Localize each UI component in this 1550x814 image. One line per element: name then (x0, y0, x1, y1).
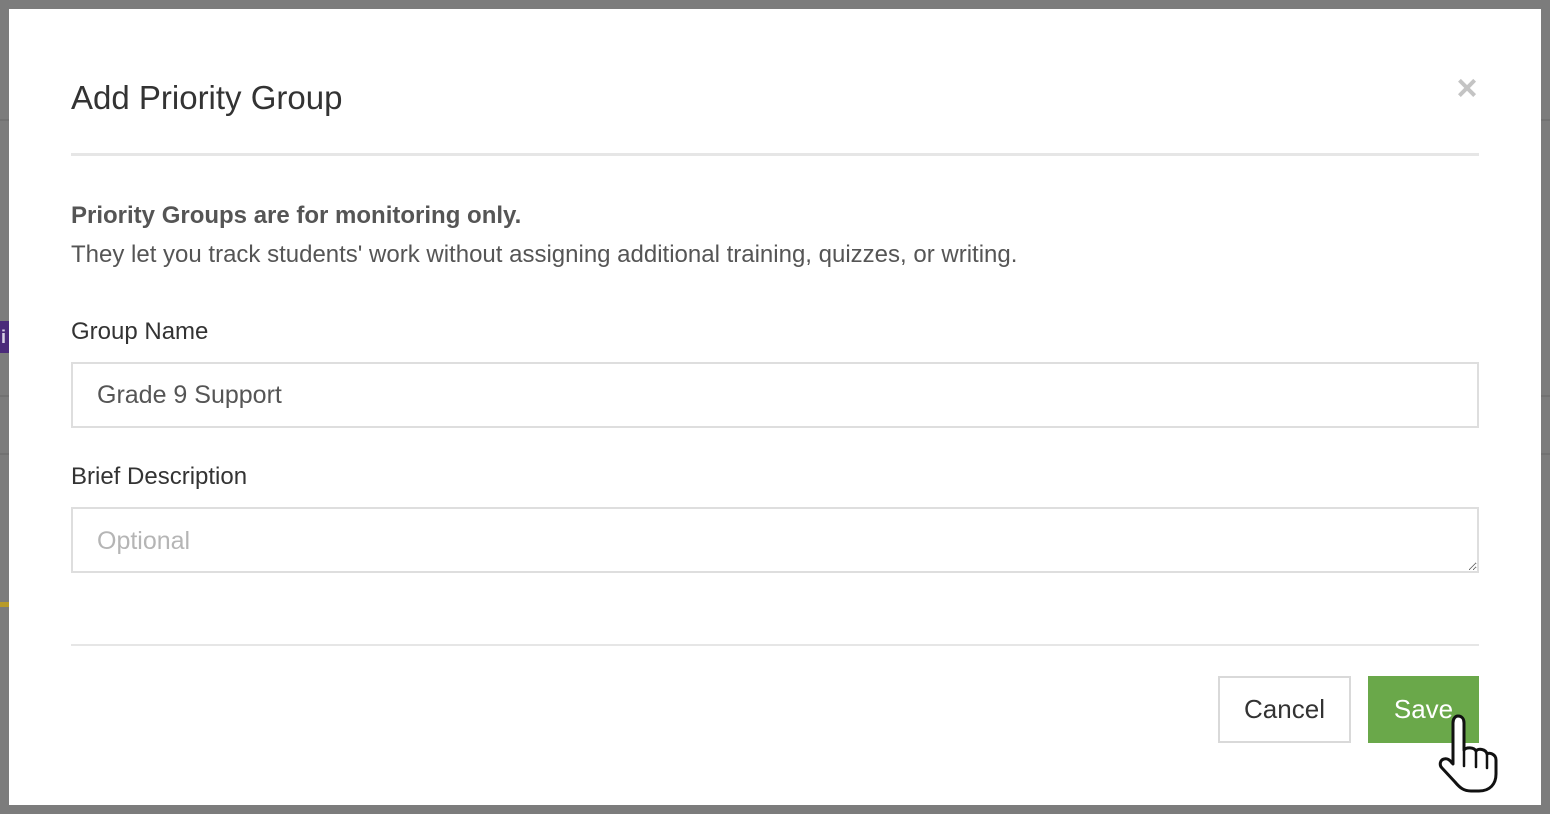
cancel-button[interactable]: Cancel (1218, 676, 1351, 743)
notice-heading: Priority Groups are for monitoring only. (71, 202, 522, 229)
background-divider (0, 119, 9, 121)
background-divider (0, 395, 9, 397)
group-name-label: Group Name (71, 318, 209, 345)
footer-divider (71, 644, 1479, 646)
header-divider (71, 153, 1479, 156)
background-badge-letter: i (1, 327, 7, 347)
group-name-input[interactable] (71, 362, 1479, 428)
close-icon[interactable]: × (1452, 70, 1482, 106)
description-label: Brief Description (71, 463, 248, 490)
save-button[interactable]: Save (1368, 676, 1479, 743)
background-divider (0, 453, 9, 455)
background-divider (1541, 453, 1550, 455)
notice-body: They let you track students' work withou… (71, 241, 1018, 268)
background-divider (1541, 395, 1550, 397)
background-accent (0, 602, 9, 607)
description-textarea[interactable] (71, 507, 1479, 573)
modal-title: Add Priority Group (71, 79, 343, 116)
background-divider (1541, 119, 1550, 121)
add-priority-group-modal: Add Priority Group × Priority Groups are… (9, 9, 1541, 805)
